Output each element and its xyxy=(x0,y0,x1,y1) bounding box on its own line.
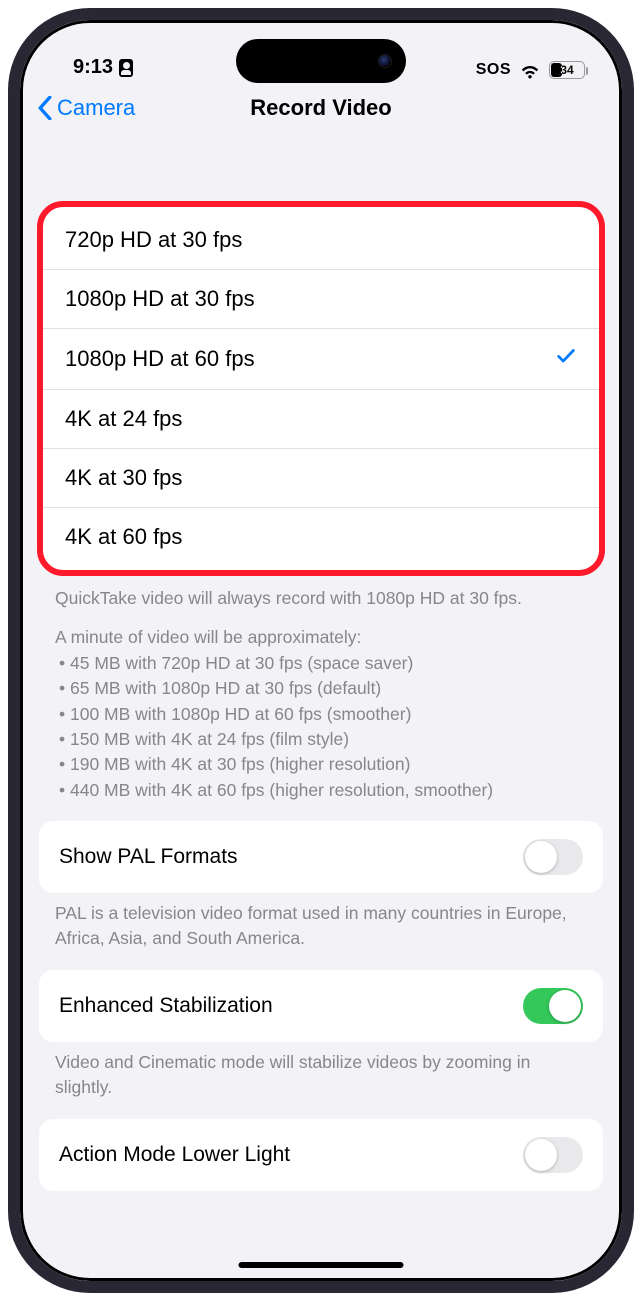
status-time: 9:13 xyxy=(73,56,113,79)
nav-bar: Camera Record Video xyxy=(23,81,619,135)
battery-icon: 34 xyxy=(549,61,585,79)
dynamic-island xyxy=(236,39,406,83)
resolution-highlight-box: 720p HD at 30 fps 1080p HD at 30 fps 1080p… xyxy=(37,201,605,576)
size-estimate-bullet: • 150 MB with 4K at 24 fps (film style) xyxy=(55,727,587,752)
stabilization-toggle[interactable] xyxy=(523,988,583,1024)
size-estimate-block: A minute of video will be approximately:… xyxy=(55,625,587,803)
battery-percent: 34 xyxy=(550,63,584,77)
contact-card-icon xyxy=(119,59,133,77)
quicktake-note: QuickTake video will always record with … xyxy=(55,586,587,611)
size-estimate-bullet: • 45 MB with 720p HD at 30 fps (space sa… xyxy=(55,651,587,676)
stabilization-row[interactable]: Enhanced Stabilization xyxy=(39,970,603,1042)
resolution-option-label: 1080p HD at 30 fps xyxy=(65,286,255,312)
size-estimate-header: A minute of video will be approximately: xyxy=(55,625,587,650)
size-estimate-bullet: • 440 MB with 4K at 60 fps (higher resol… xyxy=(55,778,587,803)
size-estimate-bullet: • 100 MB with 1080p HD at 60 fps (smooth… xyxy=(55,702,587,727)
actionmode-toggle[interactable] xyxy=(523,1137,583,1173)
resolution-option[interactable]: 720p HD at 30 fps xyxy=(43,211,599,269)
pal-group: Show PAL Formats xyxy=(39,821,603,893)
phone-screen: 9:13 SOS 34 Camera Record Video xyxy=(20,20,622,1281)
stabilization-footer: Video and Cinematic mode will stabilize … xyxy=(37,1042,605,1101)
pal-footer: PAL is a television video format used in… xyxy=(37,893,605,952)
resolution-option-label: 4K at 24 fps xyxy=(65,406,182,432)
phone-frame: 9:13 SOS 34 Camera Record Video xyxy=(8,8,634,1293)
size-estimate-bullet: • 190 MB with 4K at 30 fps (higher resol… xyxy=(55,752,587,777)
actionmode-label: Action Mode Lower Light xyxy=(59,1143,290,1167)
resolution-option-label: 4K at 60 fps xyxy=(65,524,182,550)
pal-toggle[interactable] xyxy=(523,839,583,875)
chevron-left-icon xyxy=(37,96,53,120)
resolution-option[interactable]: 4K at 60 fps xyxy=(43,507,599,566)
resolution-option-label: 1080p HD at 60 fps xyxy=(65,346,255,372)
home-indicator[interactable] xyxy=(239,1262,404,1268)
resolution-footer: QuickTake video will always record with … xyxy=(37,576,605,803)
pal-row[interactable]: Show PAL Formats xyxy=(39,821,603,893)
stabilization-label: Enhanced Stabilization xyxy=(59,994,273,1018)
checkmark-icon xyxy=(555,345,577,373)
actionmode-group: Action Mode Lower Light xyxy=(39,1119,603,1191)
wifi-icon xyxy=(519,62,541,78)
resolution-list: 720p HD at 30 fps 1080p HD at 30 fps 1080p… xyxy=(43,211,599,566)
resolution-option-label: 720p HD at 30 fps xyxy=(65,227,242,253)
front-camera-icon xyxy=(378,54,392,68)
size-estimate-bullet: • 65 MB with 1080p HD at 30 fps (default… xyxy=(55,676,587,701)
actionmode-row[interactable]: Action Mode Lower Light xyxy=(39,1119,603,1191)
resolution-option[interactable]: 1080p HD at 30 fps xyxy=(43,269,599,328)
resolution-option[interactable]: 4K at 24 fps xyxy=(43,389,599,448)
resolution-option[interactable]: 4K at 30 fps xyxy=(43,448,599,507)
resolution-option[interactable]: 1080p HD at 60 fps xyxy=(43,328,599,389)
content-area: 720p HD at 30 fps 1080p HD at 30 fps 1080p… xyxy=(23,135,619,1191)
resolution-option-label: 4K at 30 fps xyxy=(65,465,182,491)
stabilization-group: Enhanced Stabilization xyxy=(39,970,603,1042)
status-sos: SOS xyxy=(476,61,511,79)
pal-label: Show PAL Formats xyxy=(59,845,238,869)
back-label: Camera xyxy=(57,95,135,121)
back-button[interactable]: Camera xyxy=(37,95,135,121)
